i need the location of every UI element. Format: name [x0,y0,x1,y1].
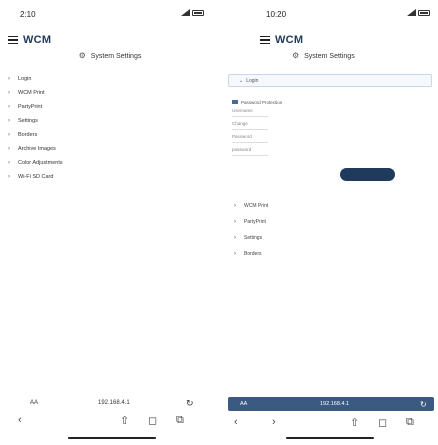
checkbox-icon [232,100,238,104]
tree-item-partyprint[interactable]: › PartyPrint [8,100,208,114]
tree-item-color-adjustments[interactable]: › Color Adjustments [8,156,208,170]
chevron-right-icon: › [8,146,10,152]
password-field[interactable]: password [232,147,268,156]
battery-icon [192,9,204,16]
app-title: WCM [23,34,52,46]
tree-item-settings[interactable]: › Settings [234,230,424,246]
reload-icon[interactable]: ↻ [186,398,194,409]
chevron-right-icon: › [234,235,236,241]
tree-item-borders[interactable]: › Borders [234,246,424,262]
cellular-signal-icon [407,9,416,16]
phone-screen-right: 10:20 WCM ⚙ System Settings ⌄ Login Pass… [222,0,438,445]
back-icon[interactable]: ‹ [234,416,238,428]
password-protection-checkbox[interactable]: Password Protection [232,96,422,108]
chevron-right-icon: › [8,104,10,110]
chevron-right-icon: › [234,251,236,257]
page-title: ⚙ System Settings [0,51,220,60]
status-bar: 2:10 [0,0,220,26]
tree-item-settings[interactable]: › Settings [8,114,208,128]
tree-item-partyprint[interactable]: › PartyPrint [234,214,424,230]
reload-icon[interactable]: ↻ [420,400,427,409]
chevron-down-icon: ⌄ [239,77,244,84]
home-indicator [286,437,374,439]
page-title-text: System Settings [304,53,355,60]
password-label: Password [232,134,268,143]
chevron-right-icon: › [8,132,10,138]
browser-toolbar: ‹ ⇧ ◻ ⧉ [0,412,220,428]
accordion-label: Login [246,77,259,84]
gear-icon: ⚙ [78,51,86,60]
browser-address-bar: AA 192.168.4.1 ↻ [228,397,434,411]
accordion-login-expanded[interactable]: ⌄ Login [228,74,432,87]
hamburger-menu-icon[interactable] [8,36,18,44]
chevron-right-icon: › [8,174,10,180]
checkbox-label: Password Protection [241,99,283,105]
status-icons [181,9,204,16]
tabs-icon[interactable]: ⧉ [176,414,184,427]
tree-item-wcm-print[interactable]: › WCM Print [8,86,208,100]
settings-tree: › Login › WCM Print › PartyPrint › Settings … [8,72,208,184]
tabs-icon[interactable]: ⧉ [406,416,414,429]
chevron-right-icon: › [8,90,10,96]
page-title-text: System Settings [90,53,142,60]
share-icon[interactable]: ⇧ [350,416,359,429]
settings-tree: › WCM Print › PartyPrint › Settings › Border… [234,198,424,262]
browser-toolbar: ‹ › ⇧ ◻ ⧉ [222,414,438,430]
address-url[interactable]: 192.168.4.1 [98,400,130,406]
tree-item-borders[interactable]: › Borders [8,128,208,142]
save-toggle-button[interactable] [340,168,395,181]
status-bar: 10:20 [222,0,438,26]
status-time: 10:20 [266,10,287,19]
share-icon[interactable]: ⇧ [120,414,129,427]
app-header: WCM [0,28,220,52]
tree-item-archive-images[interactable]: › Archive Images [8,142,208,156]
chevron-right-icon: › [8,160,10,166]
chevron-right-icon: › [234,219,236,225]
tree-item-login[interactable]: › Login [8,72,208,86]
text-size-button[interactable]: AA [30,400,38,406]
login-form: Password Protection Username Change Pass… [232,96,422,156]
cellular-signal-icon [181,9,190,16]
tree-item-wifi-sd-card[interactable]: › Wi-Fi SD Card [8,170,208,184]
forward-icon[interactable]: › [272,416,276,428]
address-url[interactable]: 192.168.4.1 [320,401,349,407]
status-icons [407,9,430,16]
text-size-button[interactable]: AA [240,401,247,407]
battery-icon [418,9,430,16]
gear-icon: ⚙ [292,51,300,60]
app-title: WCM [275,34,304,46]
bookmarks-icon[interactable]: ◻ [378,416,387,429]
chevron-right-icon: › [234,203,236,209]
chevron-right-icon: › [8,76,10,82]
tree-item-wcm-print[interactable]: › WCM Print [234,198,424,214]
change-field[interactable]: Change [232,121,268,130]
username-field[interactable]: Username [232,108,268,117]
phone-screen-left: 2:10 WCM ⚙ System Settings › Login › WCM P… [0,0,220,445]
chevron-right-icon: › [8,118,10,124]
back-icon[interactable]: ‹ [18,414,22,426]
home-indicator [68,437,156,439]
hamburger-menu-icon[interactable] [260,36,270,44]
status-time: 2:10 [20,10,36,19]
app-header: WCM [222,28,438,52]
page-title: ⚙ System Settings [292,51,355,60]
bookmarks-icon[interactable]: ◻ [148,414,157,427]
